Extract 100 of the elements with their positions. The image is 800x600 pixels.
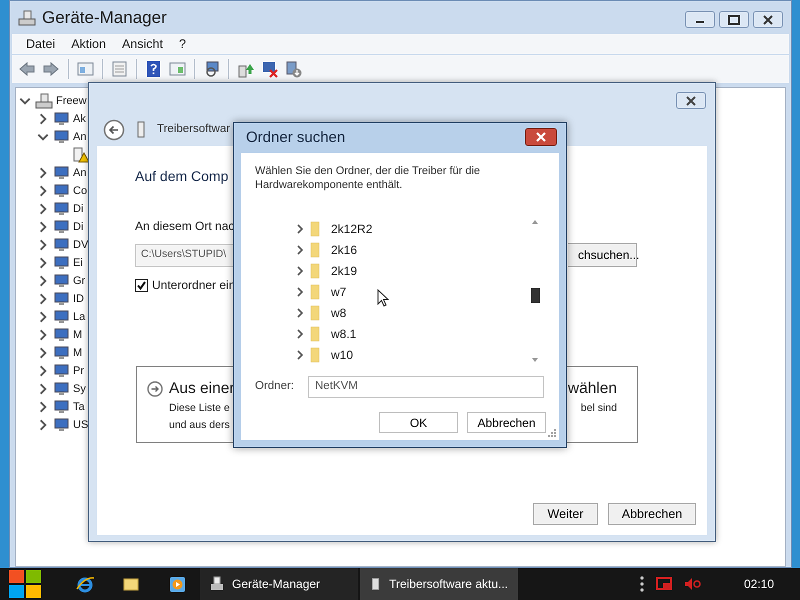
folder-item[interactable]: 2k12R2: [295, 218, 529, 239]
cancel-button[interactable]: Abbrechen: [608, 503, 696, 525]
folder-icon: [310, 304, 320, 320]
cursor-icon: [377, 289, 389, 307]
disable-icon[interactable]: [260, 60, 279, 78]
scroll-up-icon[interactable]: [531, 218, 539, 226]
device-icon: [53, 327, 70, 343]
device-icon: [53, 237, 70, 253]
folder-field[interactable]: NetKVM: [308, 376, 544, 398]
dialog-title: Ordner suchen: [246, 128, 346, 148]
next-button[interactable]: Weiter: [533, 503, 598, 525]
folder-icon: [310, 284, 320, 300]
device-icon: [53, 363, 70, 379]
ok-button[interactable]: OK: [379, 412, 458, 433]
menu-item[interactable]: Datei: [26, 34, 56, 54]
menu-item[interactable]: Ansicht: [122, 34, 163, 54]
tree-item[interactable]: Co: [73, 182, 88, 200]
expand-icon[interactable]: [295, 328, 305, 340]
device-icon: [53, 381, 70, 397]
back-button[interactable]: [103, 118, 125, 140]
back-icon[interactable]: [18, 60, 37, 78]
taskbar-button[interactable]: Geräte-Manager: [200, 568, 358, 600]
tree-item[interactable]: Freew: [56, 92, 87, 110]
computer-icon: [18, 10, 36, 26]
window-title: Geräte-Manager: [42, 6, 167, 29]
tree-item[interactable]: US: [73, 416, 88, 434]
menu-item[interactable]: Aktion: [71, 34, 106, 54]
arrow-circle-icon: [147, 380, 163, 397]
maximize-icon[interactable]: [727, 14, 741, 26]
maximize-button[interactable]: [719, 11, 749, 28]
tree-item[interactable]: DV: [73, 236, 88, 254]
expand-icon[interactable]: [295, 264, 305, 276]
clock[interactable]: 02:10: [744, 575, 774, 593]
menu-item[interactable]: ?: [178, 34, 186, 54]
tree-item[interactable]: Sy: [73, 380, 86, 398]
scroll-down-icon[interactable]: [531, 356, 539, 364]
forward-icon[interactable]: [42, 60, 61, 78]
folder-item[interactable]: w8.1: [295, 323, 529, 344]
close-button[interactable]: [753, 11, 783, 28]
monitor-icon[interactable]: [656, 577, 672, 591]
device-icon: [53, 219, 70, 235]
folder-item[interactable]: 2k19: [295, 260, 529, 281]
device-icon: [53, 399, 70, 415]
path-field[interactable]: C:\Users\STUPID\: [135, 244, 233, 266]
folder-item[interactable]: w10: [295, 344, 529, 365]
help-icon[interactable]: [144, 60, 163, 78]
close-icon[interactable]: [761, 14, 775, 26]
device-icon: [53, 201, 70, 217]
window-icon[interactable]: [76, 60, 95, 78]
browse-button[interactable]: chsuchen...: [568, 243, 637, 267]
expand-icon[interactable]: [295, 244, 305, 256]
wizard-title: Treibersoftwar: [157, 122, 230, 137]
tree-item[interactable]: M: [73, 344, 82, 362]
expand-icon[interactable]: [295, 348, 305, 360]
tree-item[interactable]: M: [73, 326, 82, 344]
tree-item[interactable]: La: [73, 308, 86, 326]
device-icon: [53, 291, 70, 307]
tree-item[interactable]: Gr: [73, 272, 86, 290]
folder-item[interactable]: 2k16: [295, 239, 529, 260]
checkbox-checked[interactable]: [135, 278, 148, 292]
expand-icon[interactable]: [295, 222, 305, 234]
device-icon: [53, 417, 70, 433]
folder-icon: [310, 346, 320, 362]
browser-icon[interactable]: [76, 574, 94, 594]
close-icon: [535, 132, 547, 142]
tree-item[interactable]: An: [73, 128, 86, 146]
tree-item[interactable]: An: [73, 164, 86, 182]
option-title: wählen: [568, 379, 617, 399]
tree-item[interactable]: Di: [73, 218, 84, 236]
device-icon: [53, 345, 70, 361]
device-icon: [53, 273, 70, 289]
tree-item[interactable]: Ak: [73, 110, 86, 128]
field-label: Ordner:: [255, 379, 294, 394]
tree-item[interactable]: Di: [73, 200, 84, 218]
close-button[interactable]: [676, 92, 706, 109]
taskbar-button[interactable]: Treibersoftware aktu...: [360, 568, 518, 600]
expand-icon[interactable]: [295, 286, 305, 298]
document-icon[interactable]: [110, 60, 129, 78]
resize-grip-icon: [548, 429, 556, 437]
folder-item[interactable]: w7: [295, 281, 529, 302]
close-button[interactable]: [525, 128, 557, 146]
scrollbar-thumb[interactable]: [530, 288, 540, 303]
tree-item[interactable]: Pr: [73, 362, 84, 380]
window-icon[interactable]: [168, 60, 187, 78]
folder-icon: [310, 220, 320, 236]
cancel-button[interactable]: Abbrechen: [467, 412, 546, 433]
tree-item[interactable]: Ei: [73, 254, 83, 272]
folder-item[interactable]: w8: [295, 302, 529, 323]
uninstall-icon[interactable]: [284, 60, 303, 78]
device-warning-icon: [71, 147, 91, 163]
computer-icon: [35, 93, 53, 109]
minimize-button[interactable]: [685, 11, 715, 28]
expand-icon[interactable]: [295, 306, 305, 318]
tree-item[interactable]: ID: [73, 290, 84, 308]
more-icon[interactable]: [640, 576, 644, 592]
speaker-icon[interactable]: [684, 577, 702, 591]
device-icon: [53, 255, 70, 271]
option-description: und aus ders: [169, 418, 230, 434]
media-player-icon[interactable]: [168, 574, 186, 594]
tree-item[interactable]: Ta: [73, 398, 85, 416]
